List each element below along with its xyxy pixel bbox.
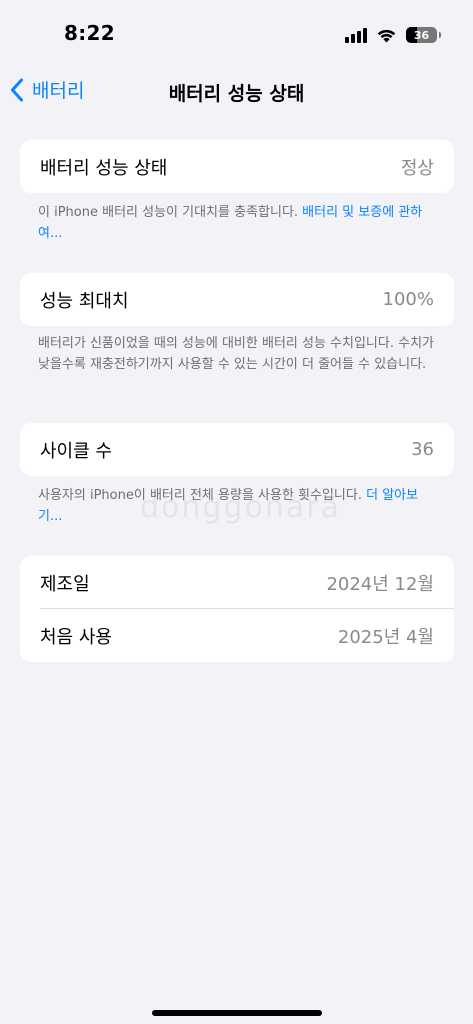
status-icons: 36: [345, 24, 441, 46]
battery-health-footnote: 이 iPhone 배터리 성능이 기대치를 충족합니다. 배터리 및 보증에 관…: [38, 202, 438, 244]
maximum-capacity-value: 100%: [382, 289, 434, 310]
cycle-count-group: 사이클 수 36: [20, 423, 454, 476]
battery-level: 36: [413, 28, 430, 42]
battery-health-group: 배터리 성능 상태 정상: [20, 140, 454, 193]
battery-health-footnote-text: 이 iPhone 배터리 성능이 기대치를 충족합니다.: [38, 205, 303, 220]
battery-icon: 36: [406, 27, 441, 43]
dates-group: 제조일 2024년 12월 처음 사용 2025년 4월: [20, 556, 454, 662]
navigation-bar: 배터리 배터리 성능 상태: [0, 66, 473, 116]
page-title: 배터리 성능 상태: [168, 83, 305, 105]
first-use-row: 처음 사용 2025년 4월: [20, 609, 454, 662]
cycle-count-row: 사이클 수 36: [20, 423, 454, 476]
maximum-capacity-footnote: 배터리가 신품이었을 때의 성능에 대비한 배터리 성능 수치입니다. 수치가 …: [38, 336, 434, 372]
maximum-capacity-label: 성능 최대치: [40, 290, 129, 312]
signal-icon: [345, 27, 367, 43]
cycle-count-footnote-text: 사용자의 iPhone이 배터리 전체 용량을 사용한 횟수입니다.: [38, 488, 367, 503]
status-bar: 8:22 36: [0, 0, 473, 60]
cycle-count-footnote: 사용자의 iPhone이 배터리 전체 용량을 사용한 횟수입니다. 더 알아보…: [38, 485, 438, 527]
battery-health-row: 배터리 성능 상태 정상: [20, 140, 454, 193]
home-indicator[interactable]: [151, 1010, 322, 1016]
wifi-icon: [377, 29, 396, 43]
manufacture-date-row: 제조일 2024년 12월: [20, 556, 454, 609]
maximum-capacity-row: 성능 최대치 100%: [20, 273, 454, 326]
maximum-capacity-group: 성능 최대치 100%: [20, 273, 454, 326]
status-time: 8:22: [64, 21, 115, 45]
battery-cap: [439, 32, 441, 38]
manufacture-date-label: 제조일: [40, 573, 90, 595]
first-use-label: 처음 사용: [40, 626, 112, 648]
first-use-value: 2025년 4월: [337, 626, 434, 648]
cycle-count-value: 36: [411, 439, 434, 460]
battery-health-value: 정상: [400, 157, 434, 179]
battery-health-label: 배터리 성능 상태: [40, 157, 168, 179]
manufacture-date-value: 2024년 12월: [326, 573, 434, 595]
cycle-count-label: 사이클 수: [40, 440, 112, 462]
